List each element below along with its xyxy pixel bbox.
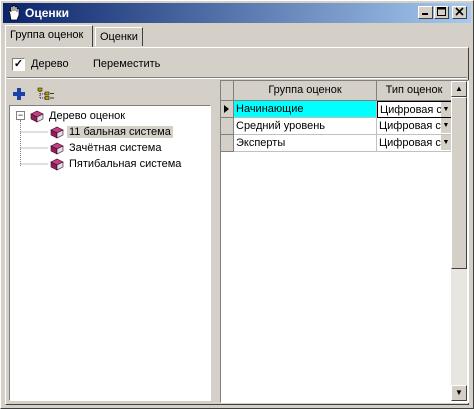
grid-cell-group[interactable]: Начинающие [234,101,377,118]
book-icon [50,158,64,171]
grade-tree[interactable]: − Дерево оценок 11 бальная система Зачёт… [9,105,211,401]
tree-item-pass-fail[interactable]: Зачётная система [50,140,163,156]
row-indicator[interactable] [221,101,234,118]
current-row-icon [224,105,229,113]
maximize-icon [437,7,446,16]
vertical-scrollbar[interactable]: ▲ ▼ [451,81,467,401]
scroll-up-icon[interactable]: ▲ [451,81,467,97]
maximize-button[interactable] [434,6,449,19]
collapse-icon[interactable]: − [16,111,25,120]
tree-item-label: Пятибальная система [69,158,182,170]
grid-corner [221,81,234,101]
tree-item-11-point[interactable]: 11 бальная система [50,124,173,140]
scroll-thumb[interactable] [451,97,467,269]
book-icon [50,142,64,155]
tree-item-label: Зачётная система [69,142,162,154]
row-indicator[interactable] [221,135,234,152]
add-icon[interactable] [12,87,26,101]
book-icon [30,110,44,123]
tree-item-label: 11 бальная система [67,126,173,138]
hand-icon [8,5,20,21]
close-icon [455,7,464,16]
column-header-type[interactable]: Тип оценок [377,81,452,101]
dropdown-arrow-icon[interactable]: ▼ [441,118,451,133]
tree-structure-icon[interactable] [37,87,55,101]
tree-checkbox-label[interactable]: Дерево [31,58,69,70]
move-button[interactable]: Переместить [93,58,160,70]
row-indicator[interactable] [221,118,234,135]
column-header-group[interactable]: Группа оценок [234,81,377,101]
grid-cell-type: Цифровая с [379,120,441,132]
tree-root[interactable]: Дерево оценок [30,108,127,124]
title-bar[interactable]: Оценки [3,3,471,23]
grid-cell-type: Цифровая с [380,104,442,116]
window: Оценки Группа оценок Оценки ✓ Дерево Пер… [0,0,474,409]
scroll-down-icon[interactable]: ▼ [451,385,467,401]
book-icon [50,126,64,139]
pane-splitter[interactable] [213,81,219,403]
tree-checkbox[interactable]: ✓ [12,58,25,71]
grid-cell-type: Цифровая с [379,137,441,149]
minimize-button[interactable] [418,6,433,19]
tree-branch-lines [20,131,48,165]
grid-cell-type-dropdown[interactable]: Цифровая с ▼ [377,118,452,135]
grid-cell-type-dropdown[interactable]: Цифровая с ▼ [377,101,452,118]
close-button[interactable] [452,6,467,19]
grid-cell-group[interactable]: Эксперты [234,135,377,152]
minimize-icon [422,13,428,15]
dropdown-arrow-icon[interactable]: ▼ [441,135,451,150]
window-title: Оценки [25,6,70,20]
tree-item-five-point[interactable]: Пятибальная система [50,156,183,172]
divider [7,77,467,79]
dropdown-arrow-icon[interactable]: ▼ [441,102,451,117]
groups-grid[interactable]: Группа оценок Тип оценок Начинающие Цифр… [220,80,469,403]
grid-cell-group[interactable]: Средний уровень [234,118,377,135]
grid-cell-type-dropdown[interactable]: Цифровая с ▼ [377,135,452,152]
tab-grades[interactable]: Оценки [95,27,143,46]
tree-root-label: Дерево оценок [49,110,126,122]
tab-group-grades[interactable]: Группа оценок [5,25,93,47]
